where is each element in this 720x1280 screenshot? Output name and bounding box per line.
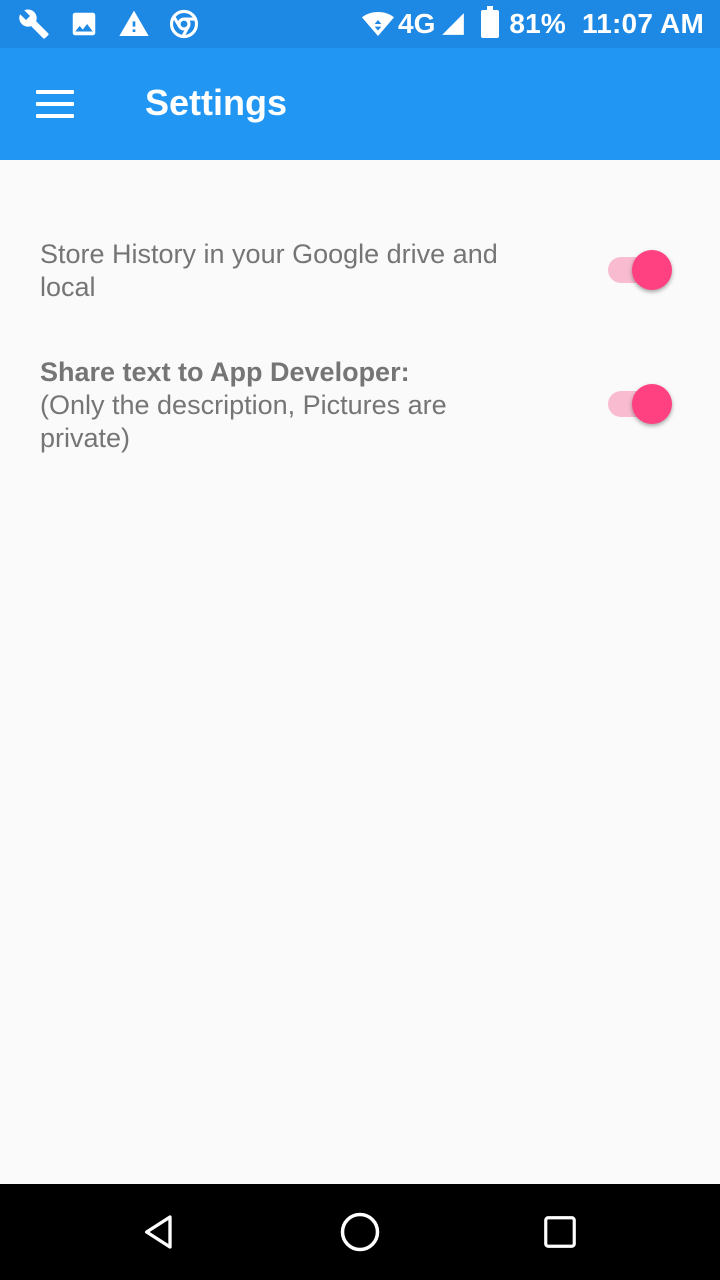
status-bar: 4G 81% 11:07 AM <box>0 0 720 48</box>
hamburger-menu-icon[interactable] <box>24 76 88 132</box>
page-title: Settings <box>145 82 288 123</box>
warning-icon <box>118 8 150 40</box>
battery-icon <box>481 6 500 38</box>
setting-store-history: Store History in your Google drive and l… <box>40 238 680 308</box>
wrench-icon <box>18 8 50 40</box>
recents-icon[interactable] <box>536 1208 584 1256</box>
app-bar: Settings <box>0 48 720 160</box>
setting-share-text-label: Share text to App Developer: (Only the d… <box>40 356 540 455</box>
image-icon <box>68 8 100 40</box>
notification-icons <box>18 6 200 42</box>
back-icon[interactable] <box>136 1208 184 1256</box>
signal-icon <box>437 8 469 40</box>
clock: 11:07 AM <box>582 8 704 39</box>
network-type-label: 4G <box>398 8 436 39</box>
home-icon[interactable] <box>336 1208 384 1256</box>
setting-store-history-label: Store History in your Google drive and l… <box>40 239 498 302</box>
battery-percent: 81% <box>509 8 567 39</box>
store-history-toggle[interactable] <box>608 250 672 290</box>
navigation-bar <box>0 1184 720 1280</box>
toggle-thumb <box>632 250 672 290</box>
setting-share-text-title: Share text to App Developer: <box>40 357 410 387</box>
wifi-icon <box>362 8 395 40</box>
share-text-toggle[interactable] <box>608 384 672 424</box>
system-icons: 4G 81% 11:07 AM <box>362 6 704 42</box>
setting-share-text-description: (Only the description, Pictures are priv… <box>40 390 447 453</box>
setting-share-text: Share text to App Developer: (Only the d… <box>40 356 680 456</box>
chrome-icon <box>168 8 200 40</box>
toggle-thumb <box>632 384 672 424</box>
